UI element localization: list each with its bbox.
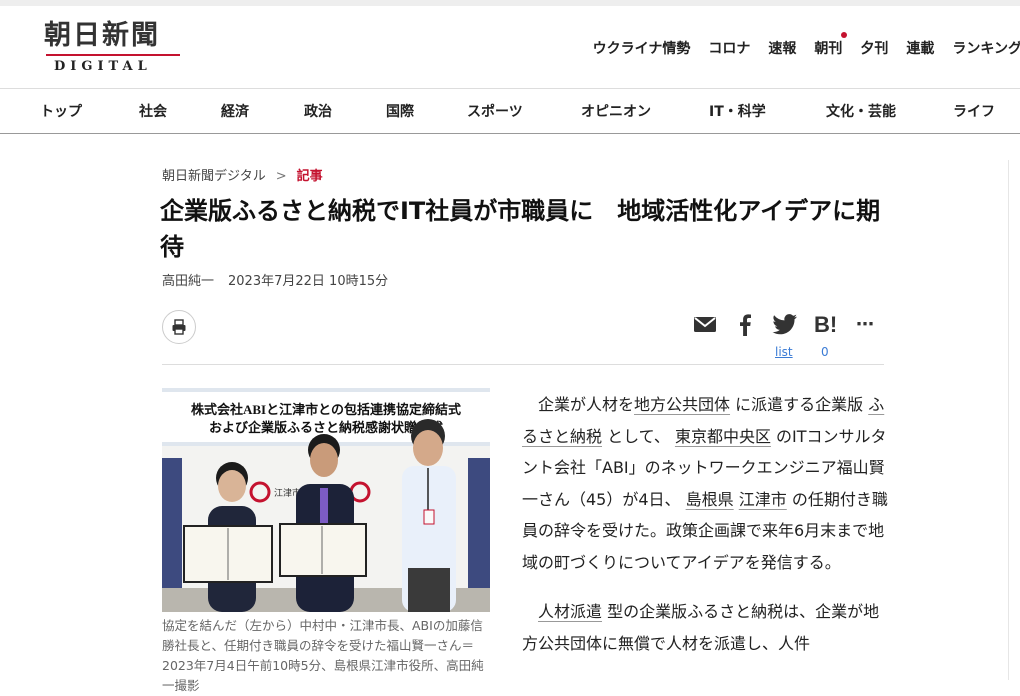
article-title: 企業版ふるさと納税でIT社員が市職員に 地域活性化アイデアに期待	[160, 197, 881, 261]
twitter-bird-icon	[772, 314, 797, 335]
article-body: 企業が人材を地方公共団体 に派遣する企業版 ふるさと納税 として、 東京都中央区…	[522, 389, 888, 677]
banner-line-2: および企業版ふるさと納税感謝状贈呈式	[209, 420, 443, 435]
nav-society[interactable]: 社会	[139, 101, 167, 121]
nav-culture[interactable]: 文化・芸能	[826, 101, 896, 121]
print-button[interactable]	[162, 310, 196, 344]
publish-date: 2023年7月22日 10時15分	[228, 274, 389, 289]
more-options-icon[interactable]: ⋯	[856, 314, 875, 336]
photo-caption: 協定を結んだ（左から）中村中・江津市長、ABIの加藤信勝社長と、任期付き職員の辞…	[162, 618, 484, 693]
mail-share-button[interactable]	[693, 314, 717, 338]
keyword-link[interactable]: 人材派遣	[538, 602, 602, 621]
util-link-ukraine[interactable]: ウクライナ情勢	[593, 38, 691, 58]
util-link-evening[interactable]: 夕刊	[860, 38, 888, 58]
breadcrumb-separator: >	[275, 169, 287, 184]
utility-nav: ウクライナ情勢 コロナ 速報 朝刊 夕刊 連載 ランキング	[593, 32, 1020, 58]
nav-economy[interactable]: 経済	[221, 101, 249, 121]
keyword-link[interactable]: 東京都中央区	[675, 427, 771, 446]
site-logo[interactable]: 朝日新聞 DIGITAL	[44, 20, 184, 74]
breadcrumb: 朝日新聞デジタル > 記事	[162, 165, 323, 184]
logo-rule	[46, 54, 180, 56]
ceremony-photo-illustration: 株式会社ABIと江津市との包括連携協定締結式 および企業版ふるさと納税感謝状贈呈…	[162, 388, 490, 612]
nav-politics[interactable]: 政治	[304, 101, 332, 121]
body-paragraph-1: 企業が人材を地方公共団体 に派遣する企業版 ふるさと納税 として、 東京都中央区…	[522, 389, 888, 578]
util-link-ranking[interactable]: ランキング	[952, 38, 1020, 58]
banner-line-1: 株式会社ABIと江津市との包括連携協定締結式	[191, 402, 461, 417]
facebook-icon	[740, 314, 751, 336]
new-indicator-dot	[841, 32, 848, 38]
text: として、	[607, 426, 670, 446]
keyword-link[interactable]: 江津市	[739, 490, 787, 509]
nav-life[interactable]: ライフ	[953, 101, 995, 121]
breadcrumb-current: 記事	[296, 169, 323, 184]
util-link-corona[interactable]: コロナ	[708, 38, 750, 58]
author-name[interactable]: 高田純一	[162, 274, 214, 289]
mail-icon	[694, 317, 716, 332]
twitter-share-button[interactable]	[772, 314, 798, 340]
breadcrumb-home[interactable]: 朝日新聞デジタル	[162, 169, 266, 184]
util-link-morning[interactable]: 朝刊	[814, 32, 848, 58]
util-link-breaking[interactable]: 速報	[768, 38, 796, 58]
right-sidebar-edge	[1008, 160, 1020, 680]
text: 企業が人材を	[538, 395, 635, 414]
logo-title: 朝日新聞	[44, 20, 160, 51]
article-photo[interactable]: 株式会社ABIと江津市との包括連携協定締結式 および企業版ふるさと納税感謝状贈呈…	[162, 388, 490, 612]
printer-icon	[172, 319, 186, 335]
nav-top[interactable]: トップ	[40, 101, 82, 121]
keyword-link[interactable]: 地方公共団体	[634, 395, 730, 414]
keyword-link[interactable]: 島根県	[686, 490, 734, 509]
article-byline: 高田純一 2023年7月22日 10時15分	[162, 270, 388, 289]
divider	[162, 364, 884, 365]
hatena-count[interactable]: 0	[821, 345, 829, 359]
nav-international[interactable]: 国際	[386, 101, 414, 121]
hatena-bookmark-button[interactable]: B!	[814, 314, 837, 336]
site-header: 朝日新聞 DIGITAL ウクライナ情勢 コロナ 速報 朝刊 夕刊 連載 ランキ…	[0, 6, 1020, 86]
nav-sports[interactable]: スポーツ	[467, 101, 523, 121]
nav-it-science[interactable]: IT・科学	[709, 101, 766, 121]
text: に派遣する企業版	[735, 395, 864, 414]
nav-opinion[interactable]: オピニオン	[581, 101, 651, 121]
main-nav: トップ 社会 経済 政治 国際 スポーツ オピニオン IT・科学 文化・芸能 ラ…	[0, 88, 1020, 134]
body-paragraph-2: 人材派遣 型の企業版ふるさと納税は、企業が地方公共団体に無償で人材を派遣し、人件	[522, 596, 888, 659]
logo-subtitle: DIGITAL	[54, 59, 152, 74]
twitter-list-link[interactable]: list	[775, 345, 793, 359]
util-link-morning-label: 朝刊	[814, 41, 843, 57]
facebook-share-button[interactable]	[738, 314, 752, 340]
util-link-series[interactable]: 連載	[906, 38, 934, 58]
